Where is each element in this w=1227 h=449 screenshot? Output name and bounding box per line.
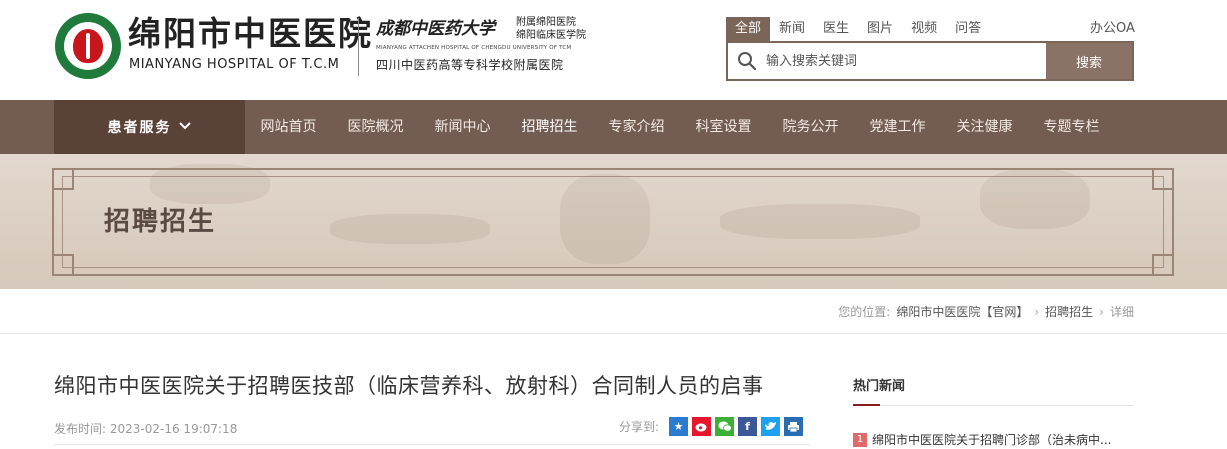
search-tab-videos[interactable]: 视频 <box>902 17 946 41</box>
search-input[interactable] <box>766 43 1046 79</box>
search-tabs: 全部 新闻 医生 图片 视频 问答 <box>726 17 990 41</box>
qzone-icon[interactable]: ★ <box>669 417 689 436</box>
hospital-name-en: MIANYANG HOSPITAL OF T.C.M <box>129 57 340 72</box>
wechat-icon[interactable] <box>715 417 735 436</box>
nav-item-recruitment[interactable]: 招聘招生 <box>506 100 593 154</box>
article-meta: 发布时间: 2023-02-16 19:07:18 <box>54 420 237 437</box>
weibo-icon[interactable] <box>692 417 712 436</box>
frame-corner-ornament <box>1152 168 1174 190</box>
affiliation-text: 附属绵阳医院 绵阳临床医学院 <box>516 16 586 42</box>
hot-news-item[interactable]: 1 绵阳市中医医院关于招聘门诊部（治未病中... <box>853 431 1111 448</box>
article-title: 绵阳市中医医院关于招聘医技部（临床营养科、放射科）合同制人员的启事 <box>54 374 764 398</box>
nav-item-departments[interactable]: 科室设置 <box>680 100 767 154</box>
search-tab-all[interactable]: 全部 <box>726 17 771 41</box>
search-tab-images[interactable]: 图片 <box>858 17 902 41</box>
nav-item-affairs[interactable]: 院务公开 <box>767 100 854 154</box>
nav-item-news[interactable]: 新闻中心 <box>419 100 506 154</box>
search-tab-news[interactable]: 新闻 <box>770 17 814 41</box>
twitter-icon[interactable] <box>761 417 781 436</box>
hot-news-divider <box>853 405 1134 406</box>
chevron-right-icon: › <box>1099 304 1104 319</box>
nav-item-home[interactable]: 网站首页 <box>245 100 332 154</box>
main-nav: 患者服务 网站首页 医院概况 新闻中心 招聘招生 专家介绍 科室设置 院务公开 … <box>0 100 1227 154</box>
office-oa-link[interactable]: 办公OA <box>1090 17 1135 36</box>
affiliation-cn: 四川中医药高等专科学校附属医院 <box>376 58 564 72</box>
logo-divider <box>358 18 359 76</box>
hospital-name-cn[interactable]: 绵阳市中医医院 <box>128 14 373 54</box>
nav-item-topics[interactable]: 专题专栏 <box>1028 100 1115 154</box>
search-icon <box>728 43 766 79</box>
breadcrumb-trail: 您的位置: 绵阳市中医医院【官网】 › 招聘招生 › 详细 <box>838 303 1134 320</box>
breadcrumb-current: 详细 <box>1109 305 1134 319</box>
hospital-logo-icon[interactable] <box>55 13 121 79</box>
print-icon[interactable] <box>784 417 804 436</box>
banner-title: 招聘招生 <box>104 207 217 237</box>
chevron-right-icon: › <box>1034 304 1040 319</box>
breadcrumb-recruitment[interactable]: 招聘招生 <box>1045 303 1093 320</box>
frame-corner-ornament <box>52 168 74 190</box>
patient-service-label: 患者服务 <box>107 120 172 136</box>
hot-news-link[interactable]: 绵阳市中医医院关于招聘门诊部（治未病中... <box>872 431 1111 448</box>
nav-item-experts[interactable]: 专家介绍 <box>593 100 680 154</box>
logo-emblem-inner <box>64 22 112 70</box>
breadcrumb: 您的位置: 绵阳市中医医院【官网】 › 招聘招生 › 详细 <box>0 289 1227 334</box>
article-divider <box>54 444 810 445</box>
frame-corner-ornament <box>52 254 74 276</box>
hot-news-divider-accent <box>853 404 880 406</box>
breadcrumb-label: 您的位置: <box>838 305 891 319</box>
hot-news-title: 热门新闻 <box>853 379 906 394</box>
banner-frame-inner <box>62 176 1164 268</box>
affiliation-en: MIANYANG ATTACHEN HOSPITAL OF CHENGDU UN… <box>376 45 572 51</box>
chevron-down-icon <box>178 119 192 135</box>
rank-badge: 1 <box>853 432 867 447</box>
search-box: 搜索 <box>726 41 1134 81</box>
affiliation-line-1: 附属绵阳医院 <box>516 17 576 28</box>
frame-corner-ornament <box>1152 254 1174 276</box>
search-button[interactable]: 搜索 <box>1046 43 1132 79</box>
nav-item-party[interactable]: 党建工作 <box>854 100 941 154</box>
search-tab-doctors[interactable]: 医生 <box>814 17 858 41</box>
page-banner: 招聘招生 <box>0 154 1227 289</box>
breadcrumb-home[interactable]: 绵阳市中医医院【官网】 <box>896 303 1028 320</box>
nav-item-overview[interactable]: 医院概况 <box>332 100 419 154</box>
nav-item-health[interactable]: 关注健康 <box>941 100 1028 154</box>
publish-time: 2023-02-16 19:07:18 <box>109 422 238 436</box>
logo-emblem-core <box>73 29 103 63</box>
affiliation-line-2: 绵阳临床医学院 <box>516 30 586 41</box>
search-tab-qa[interactable]: 问答 <box>946 17 990 41</box>
share-label: 分享到: <box>619 420 660 434</box>
university-name: 成都中医药大学 <box>376 19 495 39</box>
site-header: 绵阳市中医医院 MIANYANG HOSPITAL OF T.C.M 成都中医药… <box>0 0 1227 100</box>
publish-label: 发布时间: <box>54 422 107 436</box>
patient-service-menu[interactable]: 患者服务 <box>54 100 245 154</box>
nav-items: 网站首页 医院概况 新闻中心 招聘招生 专家介绍 科室设置 院务公开 党建工作 … <box>245 100 1115 154</box>
share-bar: 分享到: ★ f <box>619 417 804 436</box>
facebook-icon[interactable]: f <box>738 417 758 436</box>
